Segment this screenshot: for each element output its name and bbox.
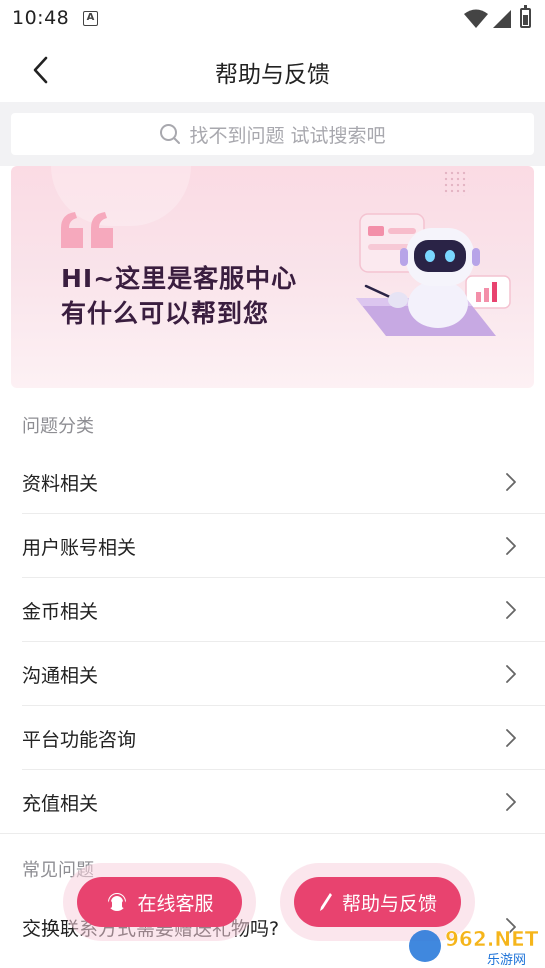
robot-illustration xyxy=(356,213,511,336)
chevron-right-icon xyxy=(506,601,516,619)
chevron-right-icon xyxy=(506,537,516,555)
online-service-button[interactable]: 在线客服 xyxy=(77,877,242,927)
category-item-coins[interactable]: 金币相关 xyxy=(0,578,545,642)
chevron-right-icon xyxy=(506,473,516,491)
watermark-brand: 962.NET xyxy=(445,927,539,951)
category-label: 金币相关 xyxy=(22,600,99,623)
nav-bar: 帮助与反馈 xyxy=(0,38,545,102)
battery-icon xyxy=(520,5,531,28)
category-list: 资料相关 用户账号相关 金币相关 沟通相关 平台功能咨询 充值相关 xyxy=(0,450,545,834)
customer-service-banner: HI~这里是客服中心 有什么可以帮到您 xyxy=(11,166,534,388)
category-item-recharge[interactable]: 充值相关 xyxy=(0,770,545,834)
banner-subheadline: 有什么可以帮到您 xyxy=(61,299,270,328)
chevron-right-icon xyxy=(506,793,516,811)
pencil-icon xyxy=(319,893,332,911)
search-placeholder: 找不到问题 试试搜索吧 xyxy=(189,124,386,147)
online-service-label: 在线客服 xyxy=(137,892,214,915)
category-item-communication[interactable]: 沟通相关 xyxy=(0,642,545,706)
search-icon xyxy=(160,124,181,144)
status-time: 10:48 xyxy=(12,7,70,29)
status-bar: 10:48 A xyxy=(0,0,545,38)
wifi-icon xyxy=(464,9,488,28)
quote-icon xyxy=(61,212,113,248)
category-item-profile[interactable]: 资料相关 xyxy=(0,450,545,514)
category-label: 资料相关 xyxy=(22,472,99,495)
category-label: 平台功能咨询 xyxy=(22,728,137,751)
search-input[interactable]: 找不到问题 试试搜索吧 xyxy=(11,113,534,155)
banner-headline: HI~这里是客服中心 xyxy=(61,264,298,293)
category-label: 沟通相关 xyxy=(22,664,99,687)
category-label: 用户账号相关 xyxy=(22,536,137,559)
watermark-logo: 962.NET 乐游网 xyxy=(409,927,539,968)
search-area: 找不到问题 试试搜索吧 xyxy=(0,102,545,166)
headset-icon xyxy=(108,893,127,911)
chevron-right-icon xyxy=(506,729,516,747)
watermark-sub: 乐游网 xyxy=(487,953,526,968)
signal-icon xyxy=(493,10,511,28)
chevron-right-icon xyxy=(506,665,516,683)
category-item-platform[interactable]: 平台功能咨询 xyxy=(0,706,545,770)
category-label: 充值相关 xyxy=(22,792,99,815)
page-title: 帮助与反馈 xyxy=(215,62,330,88)
category-section-header: 问题分类 xyxy=(22,416,94,437)
banner-dots-decoration xyxy=(443,170,469,196)
notification-a-icon: A xyxy=(83,11,98,26)
help-feedback-label: 帮助与反馈 xyxy=(341,892,437,915)
category-item-account[interactable]: 用户账号相关 xyxy=(0,514,545,578)
faq-section-header: 常见问题 xyxy=(22,860,94,881)
